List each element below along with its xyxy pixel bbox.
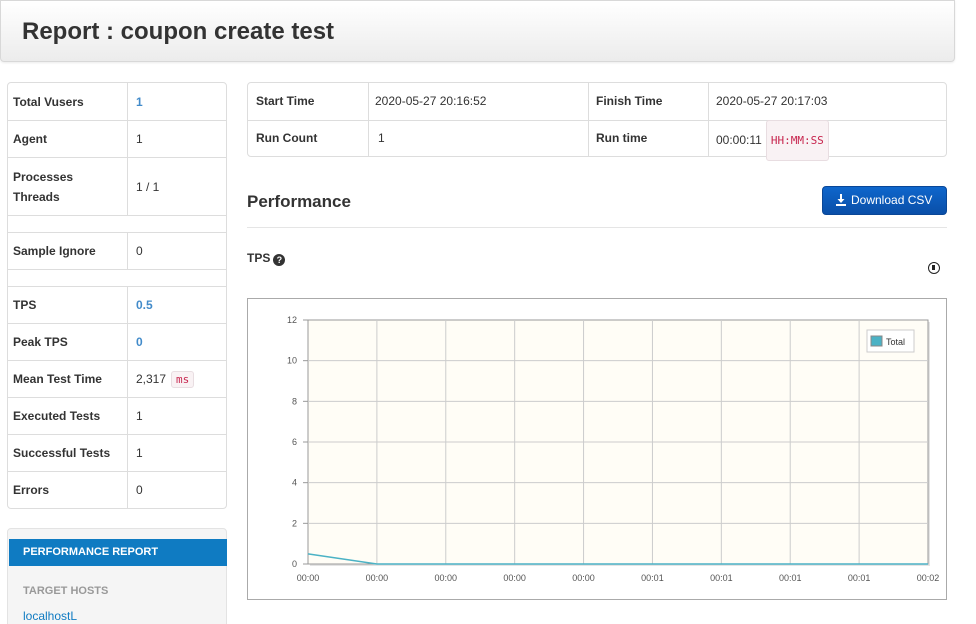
table-row: Peak TPS 0 xyxy=(8,323,226,360)
agent-value: 1 xyxy=(128,120,226,157)
finish-time-label: Finish Time xyxy=(596,94,663,108)
x-tick-label: 00:01 xyxy=(641,573,664,583)
download-chart-icon[interactable] xyxy=(928,262,940,274)
mean-test-time-label: Mean Test Time xyxy=(8,360,128,397)
tps-value: 0.5 xyxy=(128,286,226,323)
run-info-table: Start Time 2020-05-27 20:16:52 Finish Ti… xyxy=(247,82,947,161)
y-tick-label: 4 xyxy=(292,478,297,488)
y-tick-label: 12 xyxy=(287,315,297,325)
x-tick-label: 00:00 xyxy=(503,573,526,583)
executed-tests-label: Executed Tests xyxy=(8,397,128,434)
x-tick-label: 00:00 xyxy=(297,573,320,583)
total-vusers-label: Total Vusers xyxy=(8,83,128,120)
y-tick-label: 8 xyxy=(292,396,297,406)
section-divider xyxy=(247,227,947,228)
peak-tps-value: 0 xyxy=(128,323,226,360)
executed-tests-value: 1 xyxy=(128,397,226,434)
x-tick-label: 00:00 xyxy=(366,573,389,583)
summary-table: Total Vusers 1 Agent 1 Processes Threads… xyxy=(7,82,227,509)
run-time-value: 00:00:11 xyxy=(716,133,762,147)
target-host-link[interactable]: localhostL xyxy=(23,609,77,623)
x-tick-label: 00:01 xyxy=(848,573,871,583)
start-time-label: Start Time xyxy=(256,94,315,108)
table-row: Successful Tests 1 xyxy=(8,434,226,471)
tps-label: TPS xyxy=(8,286,128,323)
help-icon[interactable]: ? xyxy=(273,254,286,266)
mean-test-time-value: 2,317 xyxy=(136,371,167,386)
run-count-label: Run Count xyxy=(256,131,318,145)
x-tick-label: 00:01 xyxy=(710,573,733,583)
successful-tests-value: 1 xyxy=(128,434,226,471)
page-header: Report : coupon create test xyxy=(0,0,955,62)
table-row: TPS 0.5 xyxy=(8,286,226,323)
y-tick-label: 0 xyxy=(292,559,297,569)
run-time-label: Run time xyxy=(596,131,648,145)
download-icon xyxy=(836,194,846,206)
total-vusers-value: 1 xyxy=(136,94,143,109)
mean-test-time-cell: 2,317 ms xyxy=(128,360,226,397)
legend-swatch xyxy=(870,335,883,347)
x-tick-label: 00:00 xyxy=(572,573,595,583)
start-time-value: 2020-05-27 20:16:52 xyxy=(375,94,487,108)
run-time-cell: 00:00:11 HH:MM:SS xyxy=(708,120,946,161)
sample-ignore-label: Sample Ignore xyxy=(8,232,128,269)
report-nav: PERFORMANCE REPORT TARGET HOSTS localhos… xyxy=(7,528,227,624)
tps-chart-label: TPS? xyxy=(247,251,286,266)
processes-threads-label: Processes Threads xyxy=(8,157,128,215)
spacer-row xyxy=(8,269,226,286)
x-tick-label: 00:00 xyxy=(435,573,458,583)
tps-chart: 00:00 00:00 00:00 00:00 00:00 00:01 00:01 00:01… xyxy=(247,298,947,600)
errors-label: Errors xyxy=(8,471,128,508)
errors-value: 0 xyxy=(128,471,226,508)
table-row: Total Vusers 1 xyxy=(8,83,226,120)
processes-threads-value: 1 / 1 xyxy=(128,157,226,215)
tps-chart-title: TPS xyxy=(247,251,271,265)
table-row: Agent 1 xyxy=(8,120,226,157)
table-row: Mean Test Time 2,317 ms xyxy=(8,360,226,397)
unit-badge: ms xyxy=(171,370,195,388)
agent-label: Agent xyxy=(8,120,128,157)
threads-label: Threads xyxy=(13,189,60,204)
tps-chart-svg: 00:00 00:00 00:00 00:00 00:00 00:01 00:01 00:01… xyxy=(287,315,940,583)
x-tick-label: 00:01 xyxy=(779,573,802,583)
run-count-value: 1 xyxy=(378,131,385,145)
table-row: Sample Ignore 0 xyxy=(8,232,226,269)
sample-ignore-value: 0 xyxy=(128,232,226,269)
table-row: Processes Threads 1 / 1 xyxy=(8,157,226,215)
processes-label: Processes xyxy=(13,169,74,184)
y-tick-label: 6 xyxy=(292,437,297,447)
peak-tps-label: Peak TPS xyxy=(8,323,128,360)
target-hosts-header: TARGET HOSTS xyxy=(23,585,109,597)
y-tick-label: 10 xyxy=(287,356,297,366)
time-format-badge: HH:MM:SS xyxy=(765,120,829,161)
legend-label: Total xyxy=(886,337,905,347)
nav-item-performance-report[interactable]: PERFORMANCE REPORT xyxy=(9,539,227,566)
finish-time-value: 2020-05-27 20:17:03 xyxy=(716,94,828,108)
performance-title: Performance xyxy=(247,192,351,211)
y-tick-label: 2 xyxy=(292,518,297,528)
table-row: Errors 0 xyxy=(8,471,226,508)
successful-tests-label: Successful Tests xyxy=(8,434,128,471)
download-csv-label: Download CSV xyxy=(851,193,933,207)
page-title: Report : coupon create test xyxy=(22,18,335,45)
x-tick-label: 00:02 xyxy=(917,573,940,583)
table-row: Executed Tests 1 xyxy=(8,397,226,434)
download-csv-button[interactable]: Download CSV xyxy=(822,186,947,215)
spacer-row xyxy=(8,215,226,232)
